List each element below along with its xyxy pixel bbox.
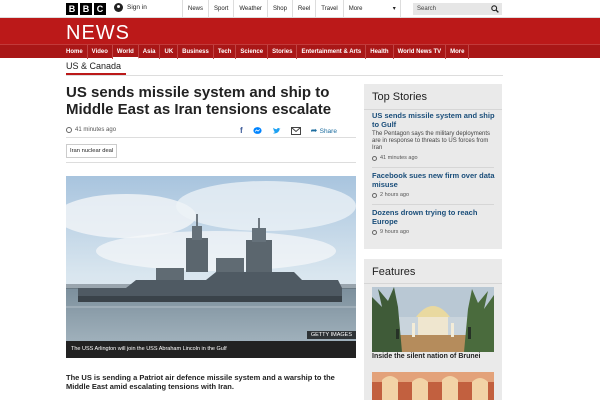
nav-world[interactable]: World: [112, 45, 139, 59]
top-link-more[interactable]: More: [342, 0, 401, 18]
nav-home[interactable]: Home: [62, 45, 88, 59]
feature-image[interactable]: [372, 372, 494, 400]
sign-in-label: Sign in: [127, 4, 147, 11]
nav-uk[interactable]: UK: [160, 45, 179, 59]
top-navigation: News Sport Weather Shop Reel Travel More: [182, 0, 401, 18]
article-lead: The US is sending a Patriot air defence …: [66, 373, 335, 391]
clock-icon: [372, 192, 377, 198]
top-story: Facebook sues new firm over data misuse …: [372, 171, 496, 198]
clock-icon: [372, 229, 377, 235]
share-label: Share: [319, 128, 337, 135]
nav-entertainment-arts[interactable]: Entertainment & Arts: [297, 45, 367, 59]
messenger-icon[interactable]: [253, 126, 262, 135]
section-title[interactable]: US & Canada: [66, 61, 121, 71]
top-story-time: 41 minutes ago: [372, 155, 496, 161]
article-headline: US sends missile system and ship to Midd…: [66, 84, 332, 118]
top-story-time-text: 2 hours ago: [380, 192, 410, 198]
feature-caption[interactable]: Inside the silent nation of Brunei: [372, 353, 481, 360]
article-photo: GETTY IMAGES: [66, 176, 356, 341]
timestamp-text: 41 minutes ago: [75, 127, 117, 133]
feature-image[interactable]: [372, 287, 494, 352]
image-credit: GETTY IMAGES: [306, 331, 356, 339]
top-story-time-text: 41 minutes ago: [380, 155, 418, 161]
story-separator: [372, 167, 494, 168]
share-button[interactable]: ➦ Share: [311, 126, 337, 135]
section-divider: [66, 75, 503, 76]
logo-letter: C: [94, 3, 106, 15]
top-story-headline[interactable]: Dozens drown trying to reach Europe: [372, 208, 496, 226]
top-story-time-text: 9 hours ago: [380, 229, 410, 235]
top-bar: B B C Sign in News Sport Weather Shop Re…: [0, 0, 600, 18]
email-icon[interactable]: [290, 126, 301, 135]
share-arrow-icon: ➦: [310, 126, 318, 135]
sign-in-link[interactable]: Sign in: [114, 3, 147, 12]
top-story-time: 2 hours ago: [372, 192, 496, 198]
panel-divider: [364, 283, 502, 284]
news-title[interactable]: NEWS: [66, 22, 130, 45]
nav-business[interactable]: Business: [178, 45, 214, 59]
top-story: US sends missile system and ship to Gulf…: [372, 111, 496, 161]
article-timestamp: 41 minutes ago: [66, 127, 116, 133]
nav-more[interactable]: More: [446, 45, 470, 59]
clock-icon: [372, 155, 377, 161]
clock-icon: [66, 127, 72, 133]
facebook-icon[interactable]: f: [240, 126, 243, 135]
top-story-headline[interactable]: Facebook sues new firm over data misuse: [372, 171, 496, 189]
top-link-sport[interactable]: Sport: [208, 0, 233, 18]
search-input[interactable]: Search: [413, 3, 502, 15]
top-story: Dozens drown trying to reach Europe 9 ho…: [372, 208, 496, 235]
top-story-headline[interactable]: US sends missile system and ship to Gulf: [372, 111, 496, 129]
top-link-travel[interactable]: Travel: [315, 0, 342, 18]
topic-tag[interactable]: Iran nuclear deal: [66, 144, 118, 158]
top-story-time: 9 hours ago: [372, 229, 496, 235]
twitter-icon[interactable]: [272, 127, 281, 135]
user-icon: [114, 3, 123, 12]
share-tools: f ➦ Share: [240, 126, 337, 135]
top-story-summary: The Pentagon says the military deploymen…: [372, 131, 491, 151]
story-separator: [372, 204, 494, 205]
search-placeholder: Search: [417, 6, 437, 12]
nav-stories[interactable]: Stories: [268, 45, 298, 59]
top-link-shop[interactable]: Shop: [266, 0, 292, 18]
top-stories-panel: Top Stories US sends missile system and …: [364, 84, 502, 249]
logo-letter: B: [80, 3, 92, 15]
main-navigation: Home Video World Asia UK Business Tech S…: [0, 44, 600, 59]
top-link-reel[interactable]: Reel: [291, 0, 315, 18]
nav-tech[interactable]: Tech: [214, 45, 237, 59]
article-divider: [66, 162, 356, 163]
search-icon[interactable]: [491, 5, 499, 13]
nav-video[interactable]: Video: [88, 45, 113, 59]
nav-asia[interactable]: Asia: [139, 45, 161, 59]
nav-world-news-tv[interactable]: World News TV: [394, 45, 447, 59]
nav-science[interactable]: Science: [236, 45, 269, 59]
features-title: Features: [372, 266, 416, 278]
nav-health[interactable]: Health: [366, 45, 394, 59]
bbc-logo[interactable]: B B C: [66, 3, 106, 15]
features-panel: Features Inside the silent nation of Bru…: [364, 259, 502, 400]
top-stories-title: Top Stories: [372, 91, 428, 103]
photo-caption: The USS Arlington will join the USS Abra…: [66, 341, 356, 358]
top-link-news[interactable]: News: [182, 0, 208, 18]
article-divider: [66, 137, 356, 138]
top-link-weather[interactable]: Weather: [233, 0, 267, 18]
panel-divider: [364, 109, 502, 110]
logo-letter: B: [66, 3, 78, 15]
